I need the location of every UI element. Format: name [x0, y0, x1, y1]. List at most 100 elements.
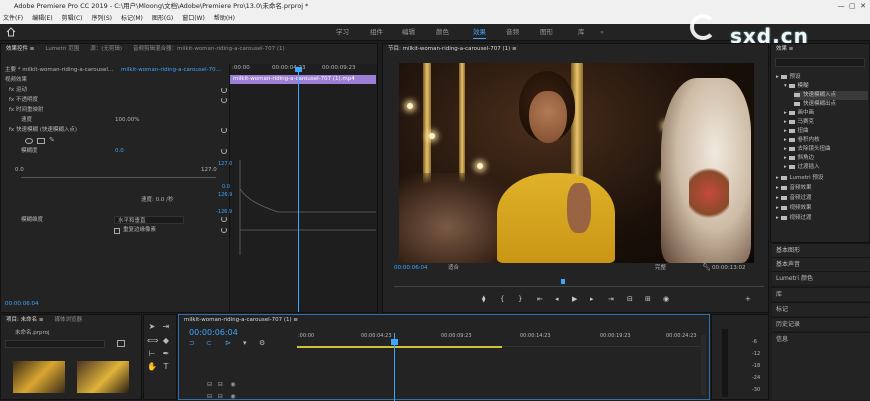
timeline-ruler[interactable]: :00:00 00:00:04:23 00:00:09:23 00:00:14:… [296, 333, 701, 347]
blur-amount-value[interactable]: 0.0 [115, 147, 124, 156]
reset-motion-icon[interactable] [221, 87, 227, 93]
wrench-icon[interactable]: 🔧︎ [702, 263, 711, 271]
effect-time-remap[interactable]: fx 时间重映射 [9, 106, 43, 115]
ec-playhead[interactable] [298, 68, 299, 312]
blur-slider-track[interactable] [21, 177, 216, 178]
reset-fastblur-icon[interactable] [221, 127, 227, 133]
timeline-playhead-handle[interactable] [391, 339, 398, 345]
slip-tool-icon[interactable]: ⊢ [147, 349, 157, 359]
type-tool-icon[interactable]: T [161, 362, 171, 372]
project-search-input[interactable] [5, 340, 105, 348]
timeline-tab[interactable]: milkit-woman-riding-a-carousel-707 (1) ≡ [184, 317, 298, 323]
add-button-icon[interactable]: + [745, 295, 751, 304]
linked-selection-icon[interactable]: ⊂ [206, 339, 212, 347]
snap-icon[interactable]: ⊃ [189, 339, 195, 347]
add-marker-tl-icon[interactable]: ⊳ [225, 339, 231, 347]
program-quality-select[interactable]: 完整 [655, 264, 666, 273]
step-back-icon[interactable]: ◂ [555, 295, 559, 304]
program-scrub-bar[interactable] [394, 283, 764, 287]
ec-playhead-handle[interactable] [295, 67, 302, 72]
mark-in-icon[interactable]: { [500, 295, 504, 304]
info-section[interactable]: 信息 [772, 332, 870, 400]
repeat-edge-checkbox[interactable] [114, 228, 120, 234]
workspace-tab-assembly[interactable]: 组件 [370, 24, 383, 41]
libraries-section[interactable]: 库 [772, 287, 870, 301]
timeline-scrollbar[interactable] [701, 335, 706, 395]
speed-value[interactable]: 100.00% [115, 116, 139, 125]
program-playhead[interactable] [561, 279, 565, 284]
timeline-timecode[interactable]: 00:00:06:04 [189, 328, 238, 337]
play-icon[interactable]: ▶ [572, 295, 577, 304]
razor-tool-icon[interactable]: ◆ [161, 336, 171, 346]
effect-fast-blur[interactable]: fx 快速模糊 (快速模糊入点) [9, 126, 77, 135]
effects-tree-pip[interactable]: ▸ 画中画 [784, 109, 814, 118]
lumetri-color-section[interactable]: Lumetri 颜色 [772, 271, 870, 285]
effects-tree-fastblur-in[interactable]: 快速模糊入点 [794, 91, 868, 100]
effects-tree-transition[interactable]: ▸ 过渡插入 [784, 163, 820, 172]
lift-icon[interactable]: ⊟ [627, 295, 633, 304]
reset-blur-icon[interactable] [221, 148, 227, 154]
effect-opacity[interactable]: fx 不透明度 [9, 96, 38, 105]
mask-ellipse-icon[interactable] [25, 138, 33, 144]
workspace-tab-editing[interactable]: 编辑 [402, 24, 415, 41]
step-forward-icon[interactable]: ▸ [590, 295, 594, 304]
menu-marker[interactable]: 标记(M) [121, 15, 143, 22]
ec-timecode[interactable]: 00:00:06:04 [5, 300, 39, 309]
effects-tree-bevel[interactable]: ▸ 斜角边 [784, 154, 814, 163]
effects-tree-video-transitions[interactable]: ▸ 视频过渡 [776, 214, 812, 223]
blur-value-graph[interactable] [238, 160, 376, 256]
sequence-clip-label[interactable]: milkit-woman-riding-a-carousel-70... [121, 66, 221, 75]
menu-graphics[interactable]: 图形(G) [152, 15, 173, 22]
effects-tree-audio-transitions[interactable]: ▸ 音频过渡 [776, 194, 812, 203]
menu-file[interactable]: 文件(F) [3, 15, 23, 22]
menu-edit[interactable]: 编辑(E) [32, 15, 52, 22]
blur-dimension-select[interactable]: 水平和垂直 [114, 216, 184, 224]
effects-search-input[interactable] [775, 58, 865, 67]
work-area-bar[interactable] [297, 346, 502, 348]
effects-tree-audio-effects[interactable]: ▸ 音频效果 [776, 184, 812, 193]
workspace-tab-effects[interactable]: 效果 [473, 24, 486, 41]
master-clip-label[interactable]: 主要 * milkit-woman-riding-a-carousel... [5, 66, 113, 75]
effects-tree-lens[interactable]: ▸ 去除镜头扭曲 [784, 145, 831, 154]
effects-tree-presets[interactable]: ▸ 预设 [776, 73, 801, 82]
menu-clip[interactable]: 剪辑(C) [62, 15, 83, 22]
ripple-edit-tool-icon[interactable]: ⟺ [147, 336, 158, 346]
menu-help[interactable]: 帮助(H) [214, 15, 235, 22]
selection-tool-icon[interactable]: ➤ [147, 322, 157, 332]
essential-sound-section[interactable]: 基本声音 [772, 257, 870, 271]
pen-tool-icon[interactable]: ✒ [161, 349, 171, 359]
workspace-tab-audio[interactable]: 音频 [506, 24, 519, 41]
effects-tree-distort[interactable]: ▸ 扭曲 [784, 127, 809, 136]
effect-motion[interactable]: fx 运动 [9, 86, 27, 95]
tab-audio-clip-mixer[interactable]: 音频剪辑混合器：milkit-woman-riding-a-carousel-7… [133, 46, 285, 52]
effects-panel-tab[interactable]: 效果 ≡ [776, 46, 793, 52]
markers-section[interactable]: 标记 [772, 302, 870, 316]
marker-icon[interactable]: ▾ [243, 339, 247, 347]
mask-pen-icon[interactable]: ✎ [49, 136, 55, 144]
tab-project[interactable]: 项目: 未命名 ≡ [6, 317, 43, 323]
settings-wrench-icon[interactable]: ⚙ [259, 339, 265, 347]
tab-source[interactable]: 源：(无剪辑) [90, 46, 122, 52]
tab-lumetri-scopes[interactable]: Lumetri 范围 [45, 46, 79, 52]
mark-out-icon[interactable]: } [518, 295, 522, 304]
tab-media-browser[interactable]: 媒体浏览器 [54, 317, 82, 323]
extract-icon[interactable]: ⊞ [645, 295, 651, 304]
reset-repeat-icon[interactable] [221, 227, 227, 233]
workspace-tab-libraries[interactable]: 库 [578, 24, 585, 41]
export-frame-icon[interactable]: ◉ [663, 295, 669, 304]
add-marker-icon[interactable]: ⧫ [482, 295, 485, 304]
track-select-tool-icon[interactable]: ⇥ [161, 322, 171, 332]
effects-tree-blur[interactable]: ▾ 模糊 [784, 82, 809, 91]
reset-opacity-icon[interactable] [221, 97, 227, 103]
workspace-overflow-icon[interactable]: » [600, 24, 604, 41]
effects-tree-mosaic[interactable]: ▸ 马赛克 [784, 118, 814, 127]
essential-graphics-section[interactable]: 基本图形 [772, 243, 870, 257]
go-to-in-icon[interactable]: ⇤ [537, 295, 543, 304]
program-timecode[interactable]: 00:00:06:04 [394, 264, 428, 273]
tab-effect-controls[interactable]: 效果控件 ≡ [6, 46, 34, 52]
workspace-tab-learn[interactable]: 学习 [336, 24, 349, 41]
hand-tool-icon[interactable]: ✋ [147, 362, 157, 372]
program-monitor-tab[interactable]: 节目: milkit-woman-riding-a-carousel-707 (… [388, 46, 517, 52]
clip-thumbnail-2[interactable] [77, 361, 129, 393]
clip-thumbnail-1[interactable] [13, 361, 65, 393]
